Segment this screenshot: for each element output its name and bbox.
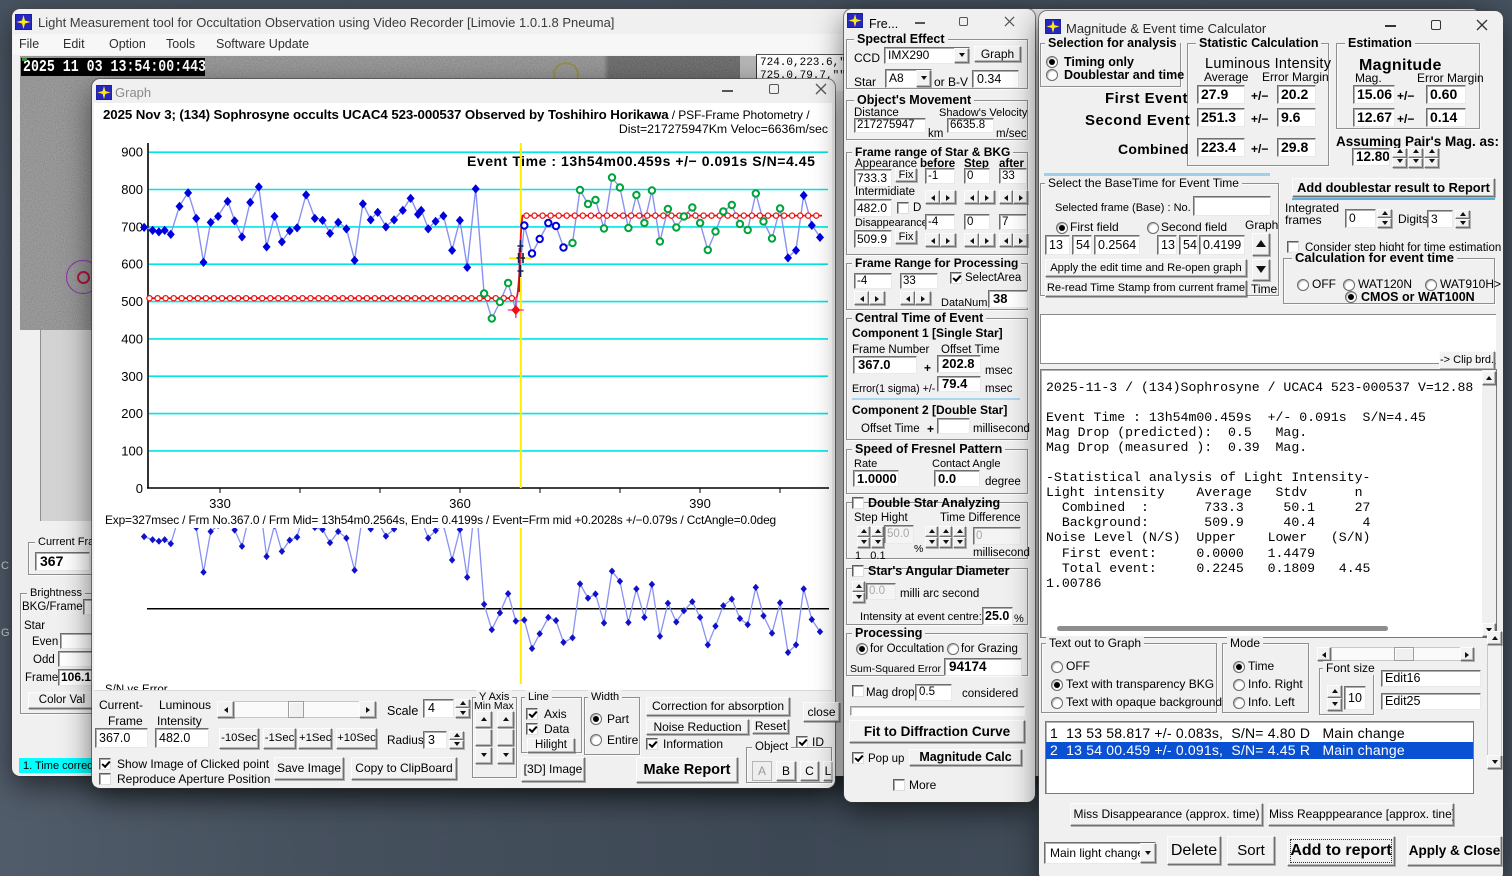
svg-text:300: 300 xyxy=(121,369,143,384)
svg-text:Exp=327msec / Frm No.367.0 / F: Exp=327msec / Frm No.367.0 / Frm Mid= 13… xyxy=(105,513,776,527)
svg-text:500: 500 xyxy=(121,294,143,309)
svg-text:200: 200 xyxy=(121,406,143,421)
svg-text:2025 Nov 3; (134) Sophrosyne o: 2025 Nov 3; (134) Sophrosyne occults UCA… xyxy=(103,107,810,122)
svg-text:800: 800 xyxy=(121,182,143,197)
svg-text:0: 0 xyxy=(136,481,143,496)
svg-text:600: 600 xyxy=(121,257,143,272)
svg-text:Dist=217275947Km Veloc=6636m/s: Dist=217275947Km Veloc=6636m/sec xyxy=(619,122,828,136)
svg-text:100: 100 xyxy=(121,443,143,458)
svg-text:390: 390 xyxy=(689,496,711,511)
svg-text:Event Time : 13h54m00.459s +/: Event Time : 13h54m00.459s +/− 0.091s S/… xyxy=(467,153,815,169)
svg-text:900: 900 xyxy=(121,145,143,160)
svg-text:330: 330 xyxy=(209,496,231,511)
svg-text:400: 400 xyxy=(121,331,143,346)
svg-text:360: 360 xyxy=(449,496,471,511)
svg-text:700: 700 xyxy=(121,219,143,234)
